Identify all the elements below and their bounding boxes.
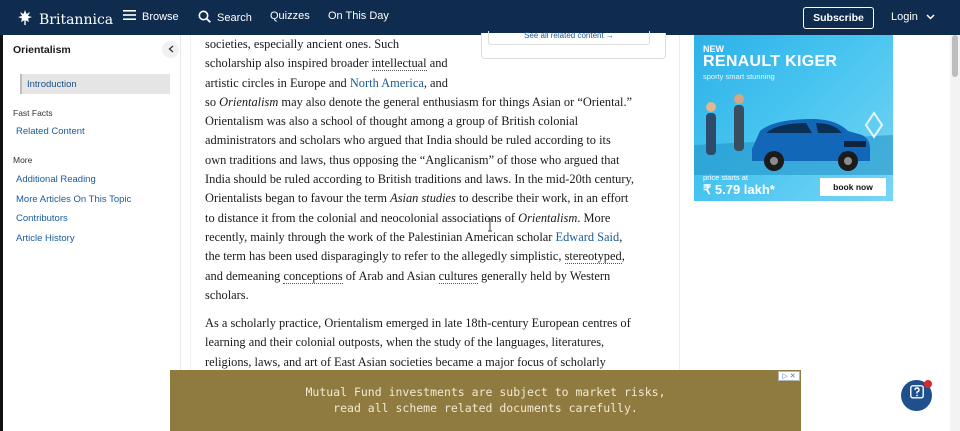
text-run: the term has been used disparagingly to …	[205, 249, 565, 264]
scrollbar-thumb[interactable]	[952, 35, 958, 77]
page-scrollbar[interactable]	[950, 35, 960, 431]
text-line: As a scholarly practice, Orientalism eme…	[205, 316, 631, 330]
logo-text: Britannica	[39, 11, 114, 28]
login-label: Login	[891, 11, 918, 23]
mutual-fund-banner-ad[interactable]: Mutual Fund investments are subject to m…	[170, 370, 801, 431]
text-line: religions, laws, and art of East Asian s…	[205, 354, 606, 369]
sidebar-item-contributors[interactable]: Contributors	[16, 213, 68, 224]
text-run: generally held by Western	[477, 268, 611, 283]
banner-line-2: read all scheme related documents carefu…	[333, 401, 638, 415]
text-line: Orientalists began to favour the term As…	[205, 189, 634, 208]
on-this-day-link[interactable]: On This Day	[328, 10, 389, 22]
text-line: Orientalism was also a school of thought…	[205, 114, 579, 129]
north-america-link[interactable]: North America	[350, 76, 424, 90]
intellectual-link[interactable]: intellectual	[371, 56, 427, 72]
search-label: Search	[217, 12, 252, 24]
fast-facts-label: Fast Facts	[13, 108, 53, 118]
text-line: and demeaning conceptions of Arab and As…	[205, 267, 634, 286]
conceptions-link[interactable]: conceptions	[283, 268, 343, 284]
text-run: , and	[423, 75, 448, 90]
text-line: administrators and scholars who argued t…	[205, 133, 611, 148]
text-run: ,	[621, 249, 625, 264]
chevron-left-icon	[168, 45, 174, 55]
sidebar-item-additional-reading[interactable]: Additional Reading	[16, 174, 96, 185]
cultures-link[interactable]: cultures	[438, 268, 478, 284]
hamburger-menu-icon	[123, 10, 136, 23]
subscribe-button[interactable]: Subscribe	[803, 7, 874, 29]
text-run: scholarship also inspired broader	[205, 56, 372, 71]
text-line: so Orientalism may also denote the gener…	[205, 93, 634, 112]
chevron-down-icon	[926, 11, 935, 23]
text-run: so	[205, 94, 220, 109]
text-line: to distance it from the colonial and neo…	[205, 209, 634, 228]
sidebar-item-article-history[interactable]: Article History	[16, 233, 75, 244]
article-paragraph-1: societies, especially ancient ones. Such…	[205, 35, 634, 305]
sidebar-item-related-content[interactable]: Related Content	[16, 126, 85, 137]
notification-dot	[924, 380, 932, 388]
text-run: ,	[619, 229, 623, 244]
banner-line-1: Mutual Fund investments are subject to m…	[305, 385, 666, 399]
text-line: own traditions and laws, thus opposing t…	[205, 152, 620, 167]
text-line: India should be ruled according to Briti…	[205, 172, 634, 187]
banner-disclaimer: Mutual Fund investments are subject to m…	[170, 384, 801, 416]
stereotyped-link[interactable]: stereotyped	[564, 249, 622, 265]
sidebar-title: Orientalism	[13, 44, 71, 56]
adchoices-close-icon[interactable]: ▷ ✕	[778, 371, 800, 381]
text-run: of Arab and Asian	[342, 268, 439, 283]
sidebar-item-more-articles[interactable]: More Articles On This Topic	[16, 194, 131, 205]
italic-term: Orientalism	[518, 210, 578, 225]
text-run: and demeaning	[205, 268, 284, 283]
text-line: the term has been used disparagingly to …	[205, 247, 634, 266]
text-line: scholarship also inspired broader intell…	[205, 54, 634, 73]
search-icon	[198, 10, 211, 26]
text-run: to describe their work, in an effort	[455, 191, 629, 206]
text-run: artistic circles in Europe and	[205, 75, 350, 90]
table-of-contents-sidebar: Orientalism Introduction Fast Facts Rela…	[3, 35, 181, 431]
text-line: scholars.	[205, 287, 249, 302]
text-line: learning and their colonial outposts, wh…	[205, 335, 605, 350]
edward-said-link[interactable]: Edward Said	[556, 230, 620, 244]
text-run: Orientalists began to favour the term	[205, 191, 391, 206]
text-run: recently, mainly through the work of the…	[205, 229, 556, 244]
text-run: may also denote the general enthusiasm f…	[278, 94, 633, 109]
ad-model-name: RENAULT KIGER	[703, 53, 838, 70]
text-line: societies, especially ancient ones. Such	[205, 37, 400, 51]
text-line: recently, mainly through the work of the…	[205, 228, 634, 247]
login-button[interactable]: Login	[891, 11, 935, 23]
italic-term: Orientalism	[219, 94, 279, 109]
quizzes-link[interactable]: Quizzes	[270, 10, 310, 22]
browse-button[interactable]: Browse	[123, 10, 179, 23]
search-button[interactable]: Search	[198, 10, 252, 26]
text-run: . More	[577, 210, 611, 225]
question-mark-icon	[909, 385, 924, 406]
ad-price: ₹ 5.79 lakh*	[703, 182, 775, 197]
italic-term: Asian studies	[390, 191, 456, 206]
britannica-logo[interactable]: Britannica	[16, 8, 113, 31]
more-label: More	[13, 155, 33, 165]
collapse-sidebar-button[interactable]	[162, 41, 179, 58]
sidebar-item-introduction[interactable]: Introduction	[20, 74, 170, 94]
text-line: artistic circles in Europe and North Ame…	[205, 74, 634, 93]
text-cursor-icon	[487, 218, 492, 232]
thistle-logo-icon	[16, 8, 34, 31]
top-navigation-bar: Britannica Browse Search Quizzes On This…	[0, 0, 960, 35]
car-scene-image	[694, 94, 893, 175]
ad-tagline: sporty smart stunning	[703, 72, 775, 81]
renault-kiger-advertisement[interactable]: NEW RENAULT KIGER sporty smart stunning …	[694, 35, 893, 201]
help-button[interactable]	[901, 380, 932, 411]
text-run: to distance it from the colonial and neo…	[205, 210, 519, 225]
text-run: and	[426, 56, 448, 71]
article-paragraph-2: As a scholarly practice, Orientalism eme…	[205, 314, 631, 372]
ad-price-label: price starts at	[703, 173, 749, 182]
browse-label: Browse	[142, 10, 179, 23]
book-now-button[interactable]: book now	[820, 178, 886, 196]
